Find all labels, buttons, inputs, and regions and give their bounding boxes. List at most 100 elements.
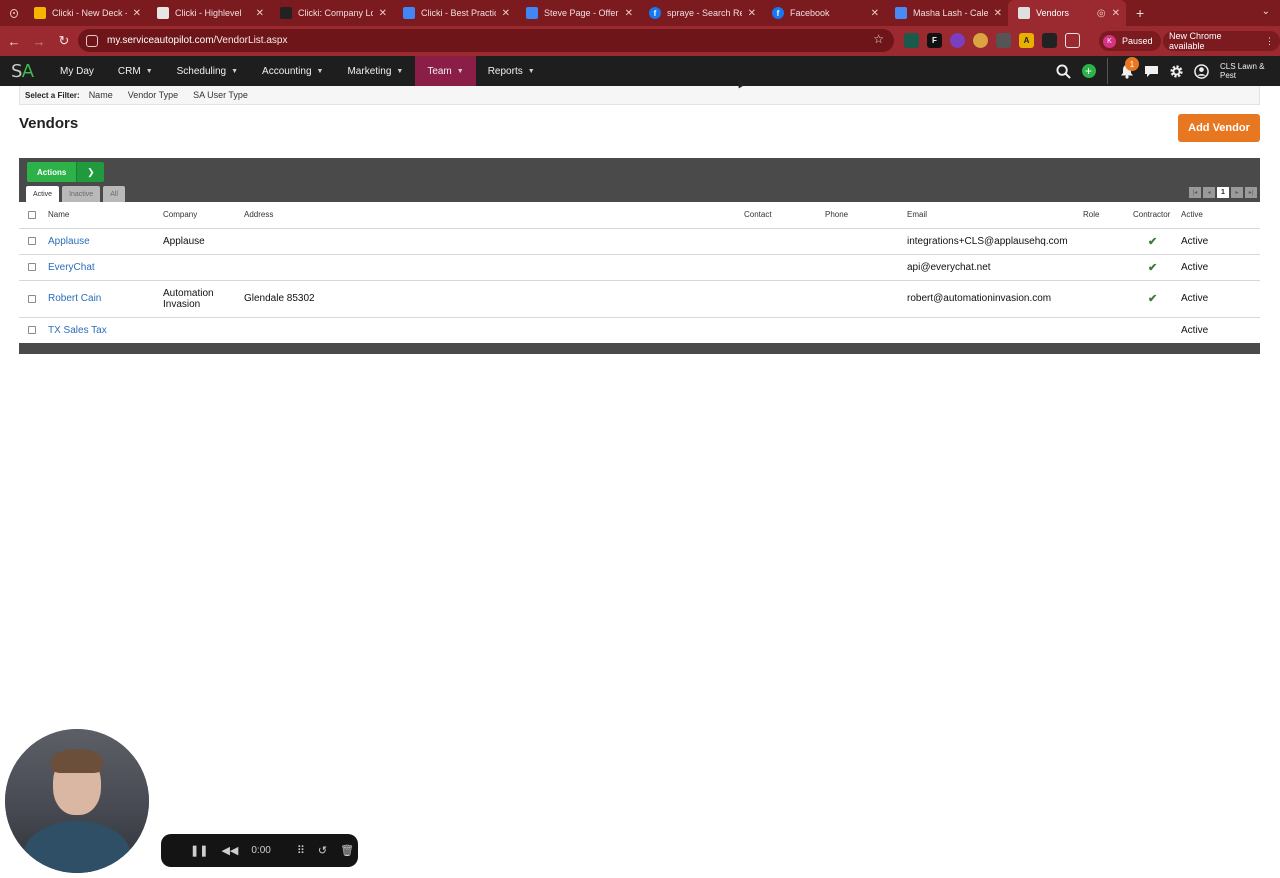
vendor-name-link[interactable]: Robert Cain — [48, 293, 101, 304]
close-tab-icon[interactable]: ✕ — [748, 8, 756, 19]
chat-icon[interactable] — [1139, 56, 1164, 86]
table-row: TX Sales Tax Active — [19, 317, 1260, 344]
current-page[interactable]: 1 — [1217, 187, 1229, 198]
browser-tab[interactable]: Clicki - Highlevel ✕ — [147, 0, 270, 26]
col-active[interactable]: Active — [1181, 202, 1260, 229]
back-icon[interactable]: ← — [3, 34, 25, 49]
extension-icon[interactable] — [904, 33, 919, 48]
filter-option-sa-user-type[interactable]: SA User Type — [193, 90, 248, 100]
browser-tab[interactable]: f spraye - Search Resu✕ — [639, 0, 762, 26]
browser-tab[interactable]: Clicki - Best Practice ✕ — [393, 0, 516, 26]
extensions-puzzle-icon[interactable] — [1065, 33, 1080, 48]
extension-icon[interactable]: A — [1019, 33, 1034, 48]
row-checkbox[interactable] — [28, 294, 36, 303]
bookmark-star-icon[interactable]: ☆ — [873, 32, 884, 46]
browser-tab-active[interactable]: Vendors ◎ ✕ — [1008, 0, 1126, 26]
vendor-status: Active — [1181, 254, 1260, 281]
filter-option-name[interactable]: Name — [89, 90, 113, 100]
add-vendor-button[interactable]: Add Vendor — [1178, 114, 1260, 142]
close-tab-icon[interactable]: ✕ — [502, 8, 510, 19]
vendor-name-link[interactable]: TX Sales Tax — [48, 325, 107, 336]
company-name[interactable]: CLS Lawn & Pest — [1220, 62, 1280, 80]
vendor-address — [244, 228, 744, 255]
extension-icon[interactable] — [973, 33, 988, 48]
col-email[interactable]: Email — [907, 202, 1083, 229]
site-info-icon[interactable] — [86, 34, 98, 47]
col-role[interactable]: Role — [1083, 202, 1133, 229]
profile-button[interactable]: K Paused — [1099, 31, 1161, 51]
nav-team[interactable]: Team ▼ — [415, 56, 476, 86]
row-checkbox[interactable] — [28, 237, 36, 245]
grid-drag-icon[interactable]: ⠿ — [297, 844, 305, 857]
webcam-bubble[interactable] — [5, 729, 149, 873]
browser-tab[interactable]: Masha Lash - Calend✕ — [885, 0, 1008, 26]
col-company[interactable]: Company — [163, 202, 244, 229]
select-all-checkbox[interactable] — [28, 210, 36, 219]
vendor-role — [1083, 280, 1133, 318]
update-chrome-button[interactable]: New Chrome available ⋮ — [1163, 31, 1280, 51]
last-page-icon[interactable]: ▸| — [1245, 187, 1257, 198]
browser-tab[interactable]: f Facebook ✕ — [762, 0, 885, 26]
nav-marketing[interactable]: Marketing ▼ — [335, 56, 415, 86]
filter-option-vendor-type[interactable]: Vendor Type — [128, 90, 178, 100]
close-tab-icon[interactable]: ✕ — [133, 8, 141, 19]
actions-button[interactable]: Actions — [27, 162, 77, 182]
vendor-name-link[interactable]: EveryChat — [48, 262, 95, 273]
tab-all[interactable]: All — [103, 186, 125, 202]
sa-logo[interactable]: SA — [0, 61, 48, 82]
vendor-status: Active — [1181, 228, 1260, 255]
user-account-icon[interactable] — [1189, 56, 1214, 86]
quick-add-button[interactable]: + — [1076, 56, 1101, 86]
next-page-icon[interactable]: ▸ — [1231, 187, 1243, 198]
close-tab-icon[interactable]: ✕ — [871, 8, 879, 19]
col-contact[interactable]: Contact — [744, 202, 825, 229]
trash-icon[interactable]: 🗑 — [340, 844, 354, 857]
tab-active[interactable]: Active — [26, 186, 60, 202]
col-address[interactable]: Address — [244, 202, 744, 229]
restart-icon[interactable]: ↺ — [318, 844, 327, 857]
extension-icon[interactable] — [1042, 33, 1057, 48]
prev-page-icon[interactable]: ◂ — [1203, 187, 1215, 198]
facebook-icon: f — [649, 7, 661, 19]
docs-icon — [403, 7, 415, 19]
nav-crm[interactable]: CRM ▼ — [106, 56, 165, 86]
close-tab-icon[interactable]: ✕ — [379, 8, 387, 19]
tab-search-icon[interactable]: ⌄ — [1262, 6, 1270, 17]
browser-tab[interactable]: Clicki - New Deck - G✕ — [24, 0, 147, 26]
new-tab-icon[interactable]: + — [1136, 5, 1144, 21]
forward-icon[interactable]: → — [28, 34, 50, 49]
browser-tab[interactable]: Steve Page - Offer Le✕ — [516, 0, 639, 26]
close-tab-icon[interactable]: ✕ — [994, 8, 1002, 19]
rewind-icon[interactable]: ◀◀ — [221, 844, 238, 857]
first-page-icon[interactable]: |◂ — [1189, 187, 1201, 198]
extension-icon[interactable] — [996, 33, 1011, 48]
address-bar[interactable]: my.serviceautopilot.com/VendorList.aspx … — [78, 29, 894, 52]
bell-icon[interactable]: 1 — [1114, 56, 1139, 86]
nav-scheduling[interactable]: Scheduling ▼ — [165, 56, 250, 86]
reload-icon[interactable]: ↻ — [53, 33, 75, 49]
row-checkbox[interactable] — [28, 263, 36, 271]
kebab-menu-icon[interactable]: ⋮ — [1265, 36, 1274, 47]
vendor-name-link[interactable]: Applause — [48, 236, 90, 247]
tab-inactive[interactable]: Inactive — [62, 186, 101, 202]
pause-icon[interactable]: ❚❚ — [190, 844, 208, 857]
gear-icon[interactable] — [1164, 56, 1189, 86]
actions-dropdown-button[interactable]: ❯ — [76, 162, 105, 182]
vendor-phone — [825, 254, 907, 281]
extension-icon[interactable] — [950, 33, 965, 48]
extension-icon[interactable]: F — [927, 33, 942, 48]
browser-tab[interactable]: Clicki: Company Logi✕ — [270, 0, 393, 26]
vendor-address — [244, 254, 744, 281]
close-tab-icon[interactable]: ✕ — [1112, 8, 1120, 19]
nav-reports[interactable]: Reports ▼ — [476, 56, 547, 86]
col-name[interactable]: Name — [48, 202, 163, 229]
col-phone[interactable]: Phone — [825, 202, 907, 229]
nav-my-day[interactable]: My Day — [48, 56, 106, 86]
row-checkbox[interactable] — [28, 326, 36, 334]
col-contractor[interactable]: Contractor — [1133, 202, 1181, 229]
close-tab-icon[interactable]: ✕ — [256, 8, 264, 19]
search-icon[interactable] — [1051, 56, 1076, 86]
chevron-down-icon: ▼ — [231, 67, 239, 75]
nav-accounting[interactable]: Accounting ▼ — [250, 56, 335, 86]
close-tab-icon[interactable]: ✕ — [625, 8, 633, 19]
